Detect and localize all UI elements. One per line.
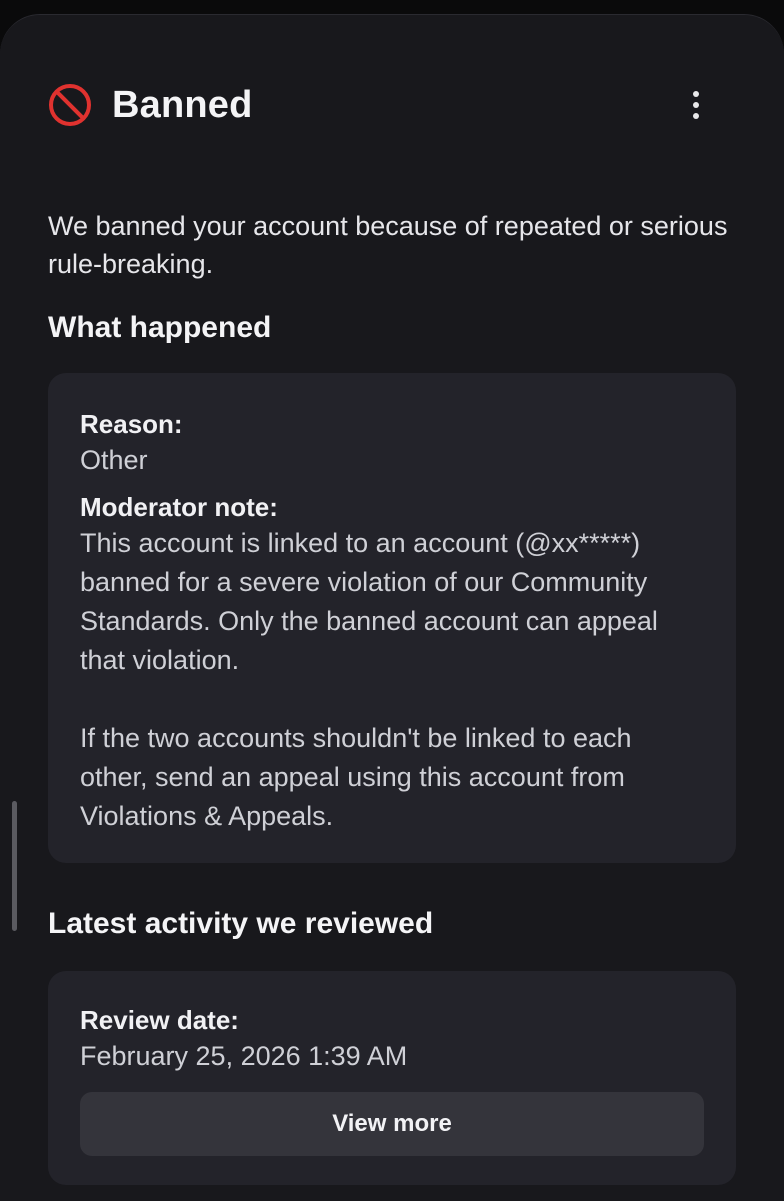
reason-value: Other: [80, 445, 148, 475]
latest-activity-card: Review date: February 25, 2026 1:39 AM V…: [48, 971, 736, 1185]
sheet-header: Banned: [48, 81, 736, 129]
what-happened-heading: What happened: [48, 311, 272, 344]
reason-label: Reason:: [80, 409, 183, 439]
more-vertical-icon: [693, 91, 699, 97]
moderator-note-paragraph: If the two accounts shouldn't be linked …: [80, 723, 632, 831]
more-vertical-icon-dot: [693, 102, 699, 108]
scrollbar[interactable]: [12, 801, 17, 931]
more-vertical-icon-dot: [693, 113, 699, 119]
more-options-button[interactable]: [684, 87, 708, 123]
view-more-button[interactable]: View more: [80, 1092, 704, 1156]
latest-activity-heading: Latest activity we reviewed: [48, 907, 434, 940]
ban-icon: [48, 83, 92, 127]
moderator-note-label: Moderator note:: [80, 492, 278, 522]
what-happened-card: Reason: Other Moderator note: This accou…: [48, 373, 736, 863]
review-date-label: Review date:: [80, 1005, 239, 1035]
review-date-value: February 25, 2026 1:39 AM: [80, 1041, 408, 1071]
page-title: Banned: [112, 83, 253, 126]
ban-explanation: We banned your account because of repeat…: [48, 211, 728, 279]
ban-details-sheet: Banned We banned your account because of…: [0, 14, 784, 1201]
moderator-note-paragraph: This account is linked to an account (@x…: [80, 528, 658, 675]
